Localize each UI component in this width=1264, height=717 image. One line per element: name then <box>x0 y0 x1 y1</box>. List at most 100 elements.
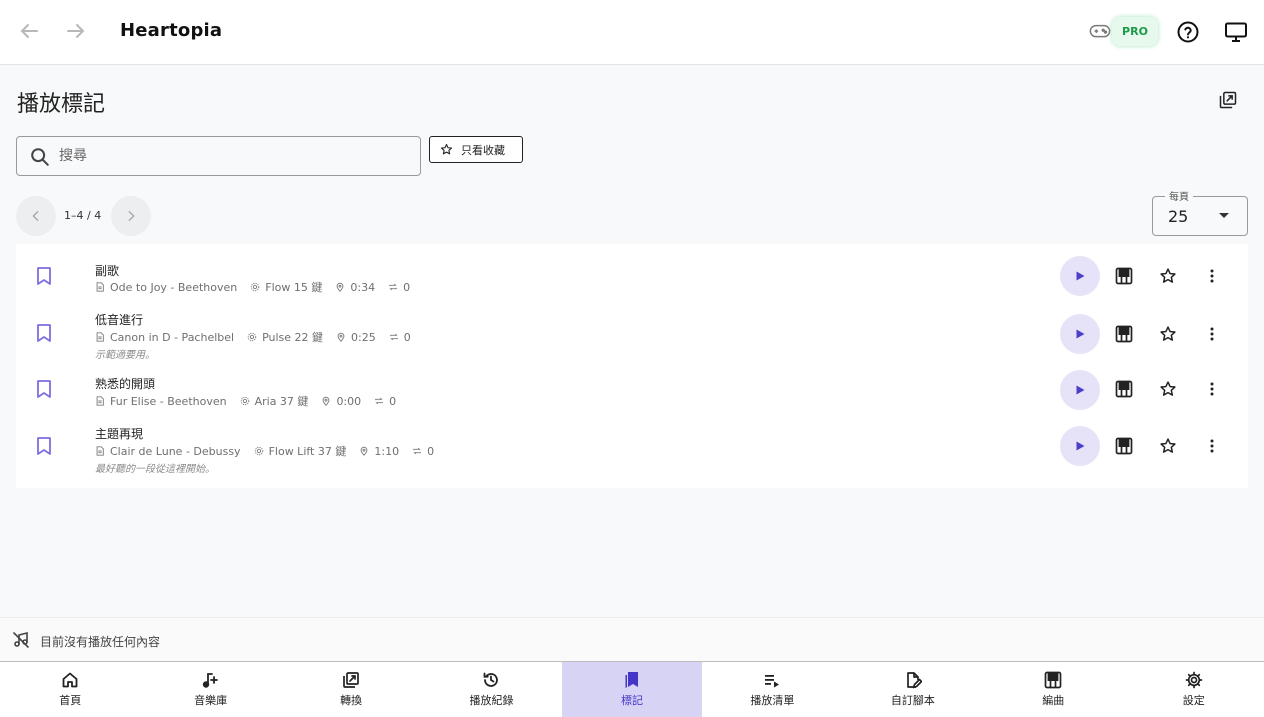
file-icon <box>96 282 104 292</box>
file-icon <box>96 446 104 456</box>
favorite-star-icon[interactable] <box>1159 267 1177 285</box>
more-vert-icon[interactable] <box>1203 437 1221 455</box>
favorite-star-icon[interactable] <box>1159 380 1177 398</box>
home-icon <box>62 672 78 688</box>
bookmark-icon[interactable] <box>36 379 52 399</box>
bookmark-meta: Fur Elise - Beethoven Aria 37 鍵 0:00 0 <box>95 393 409 409</box>
instrument-profile-icon <box>254 446 263 456</box>
nav-arrange[interactable]: 編曲 <box>983 662 1123 717</box>
per-page-select[interactable]: 每頁 25 <box>1152 188 1248 236</box>
repeat-count: 0 <box>403 280 411 294</box>
nav-home[interactable]: 首頁 <box>0 662 140 717</box>
script-edit-icon <box>906 672 922 689</box>
location-pin-icon <box>360 446 368 456</box>
play-icon <box>1076 329 1085 339</box>
now-playing-bar: 目前沒有播放任何內容 <box>0 617 1264 661</box>
nav-history[interactable]: 播放紀錄 <box>421 662 561 717</box>
nav-library[interactable]: 音樂庫 <box>140 662 280 717</box>
piano-icon <box>1044 671 1062 689</box>
profile-name: Aria 37 鍵 <box>254 395 309 408</box>
bookmark-row[interactable]: 熟悉的開頭 Fur Elise - Beethoven Aria 37 鍵 0:… <box>16 366 1248 418</box>
star-outline-icon <box>440 143 453 155</box>
timestamp: 0:25 <box>351 330 376 344</box>
repeat-icon <box>375 397 383 405</box>
location-pin-icon <box>323 396 330 406</box>
more-vert-icon[interactable] <box>1203 325 1221 343</box>
nav-label: 編曲 <box>1042 694 1065 707</box>
export-library-icon[interactable] <box>1218 90 1238 110</box>
nav-convert[interactable]: 轉換 <box>281 662 421 717</box>
bookmark-meta: Ode to Joy - Beethoven Flow 15 鍵 0:34 0 <box>95 279 423 295</box>
nav-playlist[interactable]: 播放清單 <box>702 662 842 717</box>
nav-label: 音樂庫 <box>194 694 228 707</box>
dropdown-caret-icon <box>1219 213 1229 218</box>
search-input[interactable] <box>59 137 409 175</box>
pro-badge[interactable]: PRO <box>1112 17 1158 46</box>
gamepad-icon[interactable] <box>1089 22 1111 42</box>
bookmark-title: 低音進行 <box>95 313 144 327</box>
bookmark-title: 主題再現 <box>95 427 144 441</box>
piano-icon[interactable] <box>1115 437 1133 455</box>
help-icon[interactable] <box>1176 20 1200 44</box>
play-button[interactable] <box>1060 370 1100 410</box>
timestamp: 1:10 <box>374 444 400 458</box>
next-page-button[interactable] <box>111 196 151 236</box>
search-box <box>16 136 421 176</box>
more-vert-icon[interactable] <box>1203 380 1221 398</box>
play-icon <box>1076 441 1085 451</box>
timestamp: 0:34 <box>350 280 376 294</box>
nav-label: 轉換 <box>340 694 363 707</box>
bookmark-row[interactable]: 低音進行 Canon in D - Pachelbel Pulse 22 鍵 0… <box>16 306 1248 366</box>
favorites-only-label: 只看收藏 <box>461 143 505 157</box>
timestamp: 0:00 <box>336 394 362 408</box>
forward-arrow-icon[interactable] <box>64 19 88 43</box>
song-name: Fur Elise - Beethoven <box>110 394 227 408</box>
bookmark-icon[interactable] <box>36 266 52 286</box>
music-off-icon <box>12 631 30 649</box>
profile-name: Flow 15 鍵 <box>265 281 323 294</box>
more-vert-icon[interactable] <box>1203 267 1221 285</box>
favorite-star-icon[interactable] <box>1159 437 1177 455</box>
bookmark-row[interactable]: 副歌 Ode to Joy - Beethoven Flow 15 鍵 0:34… <box>16 254 1248 306</box>
music-add-icon <box>203 673 219 688</box>
nav-custom-script[interactable]: 自訂腳本 <box>843 662 983 717</box>
nav-bookmarks[interactable]: 標記 <box>561 662 703 717</box>
monitor-icon[interactable] <box>1224 20 1248 44</box>
favorites-only-toggle[interactable]: 只看收藏 <box>429 136 523 163</box>
bookmark-title: 副歌 <box>95 264 120 278</box>
nav-settings[interactable]: 設定 <box>1124 662 1264 717</box>
nav-label: 播放清單 <box>750 694 795 707</box>
back-arrow-icon[interactable] <box>17 19 41 43</box>
app-title: Heartopia <box>120 20 223 41</box>
piano-icon[interactable] <box>1115 380 1133 398</box>
bookmark-icon[interactable] <box>36 323 52 343</box>
piano-icon[interactable] <box>1115 325 1133 343</box>
instrument-profile-icon <box>240 396 249 406</box>
chevron-right-icon <box>128 210 135 222</box>
play-button[interactable] <box>1060 256 1100 296</box>
bookmark-note: 示範適要用。 <box>95 350 155 361</box>
play-button[interactable] <box>1060 426 1100 466</box>
profile-name: Flow Lift 37 鍵 <box>268 445 347 458</box>
settings-icon <box>1185 671 1202 689</box>
convert-icon <box>343 672 359 688</box>
bookmark-row[interactable]: 主題再現 Clair de Lune - Debussy Flow Lift 3… <box>16 418 1248 480</box>
favorite-star-icon[interactable] <box>1159 325 1177 343</box>
file-icon <box>96 396 104 406</box>
nav-label: 自訂腳本 <box>890 694 935 707</box>
bookmark-icon[interactable] <box>36 436 52 456</box>
now-playing-text: 目前沒有播放任何內容 <box>40 635 161 649</box>
song-name: Canon in D - Pachelbel <box>110 330 235 344</box>
play-button[interactable] <box>1060 314 1100 354</box>
piano-icon[interactable] <box>1115 267 1133 285</box>
prev-page-button[interactable] <box>16 196 56 236</box>
song-name: Ode to Joy - Beethoven <box>110 280 238 294</box>
bookmark-list: 副歌 Ode to Joy - Beethoven Flow 15 鍵 0:34… <box>16 244 1248 488</box>
search-icon <box>29 146 51 168</box>
nav-label: 標記 <box>620 694 643 707</box>
location-pin-icon <box>336 282 344 292</box>
nav-label: 設定 <box>1182 694 1205 707</box>
per-page-value: 25 <box>1168 207 1189 226</box>
top-bar: Heartopia PRO <box>0 0 1264 65</box>
location-pin-icon <box>337 332 345 342</box>
